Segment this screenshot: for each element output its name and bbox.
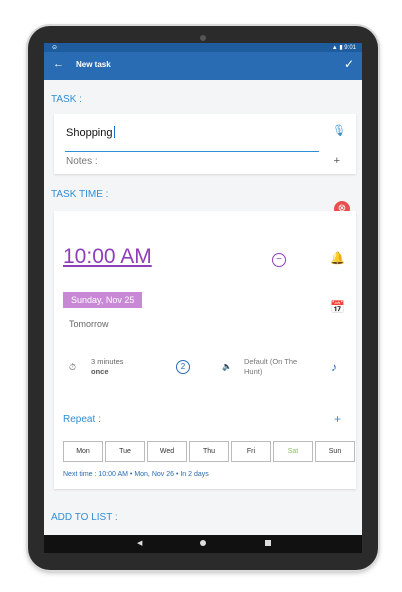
status-right: ▲ ▮ 9:01 (331, 45, 356, 51)
music-note-icon[interactable]: ♪ (331, 360, 337, 374)
task-name-input[interactable]: Shopping (66, 126, 115, 139)
nav-recents-icon[interactable] (265, 540, 271, 546)
notes-field[interactable]: Notes : (66, 156, 98, 167)
confirm-check-icon[interactable]: ✓ (344, 57, 354, 71)
text-caret (113, 126, 115, 138)
screen: ⊝ ▲ ▮ 9:01 ← New task ✓ TASK : Shopping … (44, 43, 362, 553)
task-name-value: Shopping (66, 127, 113, 139)
next-time-info: Next time : 10:00 AM • Mon, Nov 26 • In … (63, 471, 209, 478)
relative-day-label: Tomorrow (69, 319, 109, 329)
duration-text[interactable]: 3 minutes once (91, 357, 124, 377)
day-wed[interactable]: Wed (147, 441, 187, 462)
app-bar-title: New task (76, 60, 111, 69)
duration-line1: 3 minutes (91, 357, 124, 366)
day-mon[interactable]: Mon (63, 441, 103, 462)
nav-home-icon[interactable] (200, 540, 206, 546)
repeat-label: Repeat : (63, 414, 101, 425)
task-section-label: TASK : (51, 94, 82, 105)
add-note-button[interactable]: + (334, 155, 340, 167)
speaker-icon: 🔈 (222, 362, 232, 371)
date-chip[interactable]: Sunday, Nov 25 (63, 292, 143, 308)
calendar-icon[interactable]: 📅 (330, 300, 345, 314)
time-value[interactable]: 10:00 AM (63, 245, 152, 269)
day-thu[interactable]: Thu (189, 441, 229, 462)
repeat-add-button[interactable]: + (334, 412, 341, 426)
sound-text[interactable]: Default (On The Hunt) (244, 357, 314, 377)
system-nav-bar: ◀ (44, 535, 362, 553)
back-arrow-icon[interactable]: ← (53, 58, 64, 70)
task-time-card: 10:00 AM − 🔔 Sunday, Nov 25 📅 Tomorrow ⏱… (54, 211, 356, 489)
nav-back-icon[interactable]: ◀ (137, 539, 142, 547)
alarm-count-icon[interactable]: 2 (176, 360, 190, 374)
task-time-section-label: TASK TIME : (51, 189, 109, 200)
add-to-list-section-label: ADD TO LIST : (51, 512, 118, 523)
app-bar: ← New task ✓ (44, 52, 362, 80)
camera-dot (200, 35, 206, 41)
status-bar: ⊝ ▲ ▮ 9:01 (44, 43, 362, 52)
duration-line2: once (91, 367, 109, 376)
bell-icon[interactable]: 🔔 (330, 251, 345, 265)
day-sun[interactable]: Sun (315, 441, 355, 462)
microphone-icon[interactable]: 🎙 (332, 124, 346, 137)
day-fri[interactable]: Fri (231, 441, 271, 462)
status-left-icon: ⊝ (52, 45, 58, 51)
remove-time-icon[interactable]: − (272, 253, 286, 267)
timer-icon: ⏱ (69, 362, 77, 372)
sound-line2: Hunt) (244, 367, 263, 376)
sound-line1: Default (On The (244, 357, 298, 366)
task-input-underline (65, 151, 319, 152)
day-sat[interactable]: Sat (273, 441, 313, 462)
weekday-selector: Mon Tue Wed Thu Fri Sat Sun (63, 441, 357, 462)
day-tue[interactable]: Tue (105, 441, 145, 462)
task-card: Shopping 🎙 Notes : + (54, 114, 356, 174)
